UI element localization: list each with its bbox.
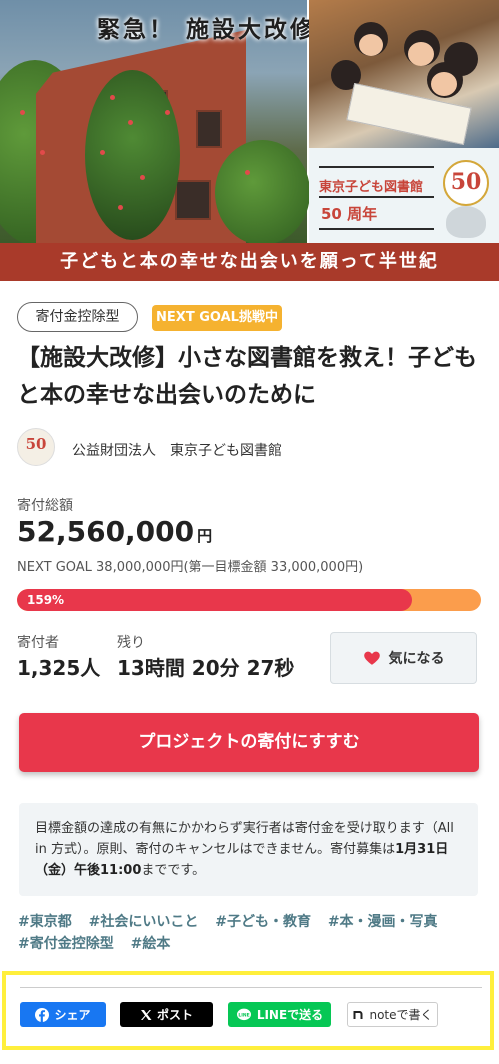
hashtag-link[interactable]: #社会にいいこと	[89, 914, 199, 930]
divider	[20, 987, 482, 988]
line-share-button[interactable]: LINE LINEで送る	[228, 1002, 331, 1027]
facebook-share-button[interactable]: シェア	[20, 1002, 106, 1027]
children-reading-photo	[309, 0, 499, 148]
org-logo-icon[interactable]: 50	[17, 428, 55, 466]
anniversary-year: 50 周年	[321, 205, 378, 223]
anniversary-org-name: 東京子ども図書館	[319, 180, 424, 195]
progress-bar-fill	[17, 589, 412, 611]
progress-bar: 159%	[17, 589, 481, 611]
favorite-label: 気になる	[388, 651, 445, 667]
note-share-label: noteで書く	[369, 1008, 433, 1022]
total-amount-unit: 円	[197, 527, 213, 545]
donate-button[interactable]: プロジェクトの寄付にすすむ	[19, 713, 479, 772]
hashtag-list: #東京都 #社会にいいこと #子ども・教育 #本・漫画・写真 #寄付金控除型 #…	[18, 911, 488, 955]
x-post-button[interactable]: ポスト	[120, 1002, 213, 1027]
hero-headline: 緊急！ 施設大改修	[97, 17, 317, 43]
hashtag-link[interactable]: #子ども・教育	[215, 914, 311, 930]
elephant-mascot-icon	[446, 206, 486, 238]
facebook-icon	[35, 1007, 50, 1022]
progress-label: 159%	[27, 593, 65, 607]
project-title: 【施設大改修】小さな図書館を救え！子どもと本の幸せな出会いのために	[17, 345, 477, 408]
svg-text:LINE: LINE	[238, 1012, 249, 1018]
anniversary-badge: 50	[443, 160, 489, 206]
anniversary-panel: 東京子ども図書館 50 周年 50	[309, 0, 499, 243]
remaining-time: 13時間 20分 27秒	[117, 656, 295, 680]
hero-image: 緊急！ 施設大改修 東京子ども図書館 50 周年 50 子どもと本の幸せな出会い…	[0, 0, 499, 281]
share-section: シェア ポスト LINE LINEで送る noteで書く	[2, 971, 494, 1050]
tag-next-goal: NEXT GOAL挑戦中	[152, 305, 282, 331]
note-share-button[interactable]: noteで書く	[347, 1002, 438, 1027]
next-goal-text: NEXT GOAL 38,000,000円(第一目標金額 33,000,000円…	[17, 560, 364, 575]
hero-banner: 子どもと本の幸せな出会いを願って半世紀	[0, 243, 499, 281]
notice-text-end: までです。	[141, 863, 206, 878]
remaining-label: 残り	[117, 635, 145, 651]
hashtag-link[interactable]: #本・漫画・写真	[328, 914, 438, 930]
org-name[interactable]: 公益財団法人 東京子ども図書館	[72, 440, 372, 460]
heart-icon	[363, 651, 380, 665]
facebook-share-label: シェア	[54, 1008, 91, 1022]
hashtag-link[interactable]: #東京都	[18, 914, 72, 930]
donation-notice: 目標金額の達成の有無にかかわらず実行者は寄付金を受け取ります（All in 方式…	[19, 803, 478, 896]
donors-count: 1,325人	[17, 656, 101, 680]
x-logo-icon	[140, 1009, 152, 1020]
hashtag-link[interactable]: #絵本	[131, 936, 171, 952]
total-label: 寄付総額	[17, 498, 73, 514]
x-post-label: ポスト	[156, 1008, 193, 1022]
hashtag-link[interactable]: #寄付金控除型	[18, 936, 114, 952]
favorite-button[interactable]: 気になる	[330, 632, 477, 684]
line-icon: LINE	[236, 1008, 251, 1020]
note-icon	[353, 1010, 363, 1019]
donors-label: 寄付者	[17, 635, 59, 651]
line-share-label: LINEで送る	[256, 1008, 324, 1022]
total-amount: 52,560,000 円	[17, 515, 212, 548]
total-amount-value: 52,560,000	[17, 515, 195, 548]
notice-text: 目標金額の達成の有無にかかわらず実行者は寄付金を受け取ります（All in 方式…	[35, 821, 454, 857]
tag-tax-deduction[interactable]: 寄付金控除型	[17, 302, 138, 332]
